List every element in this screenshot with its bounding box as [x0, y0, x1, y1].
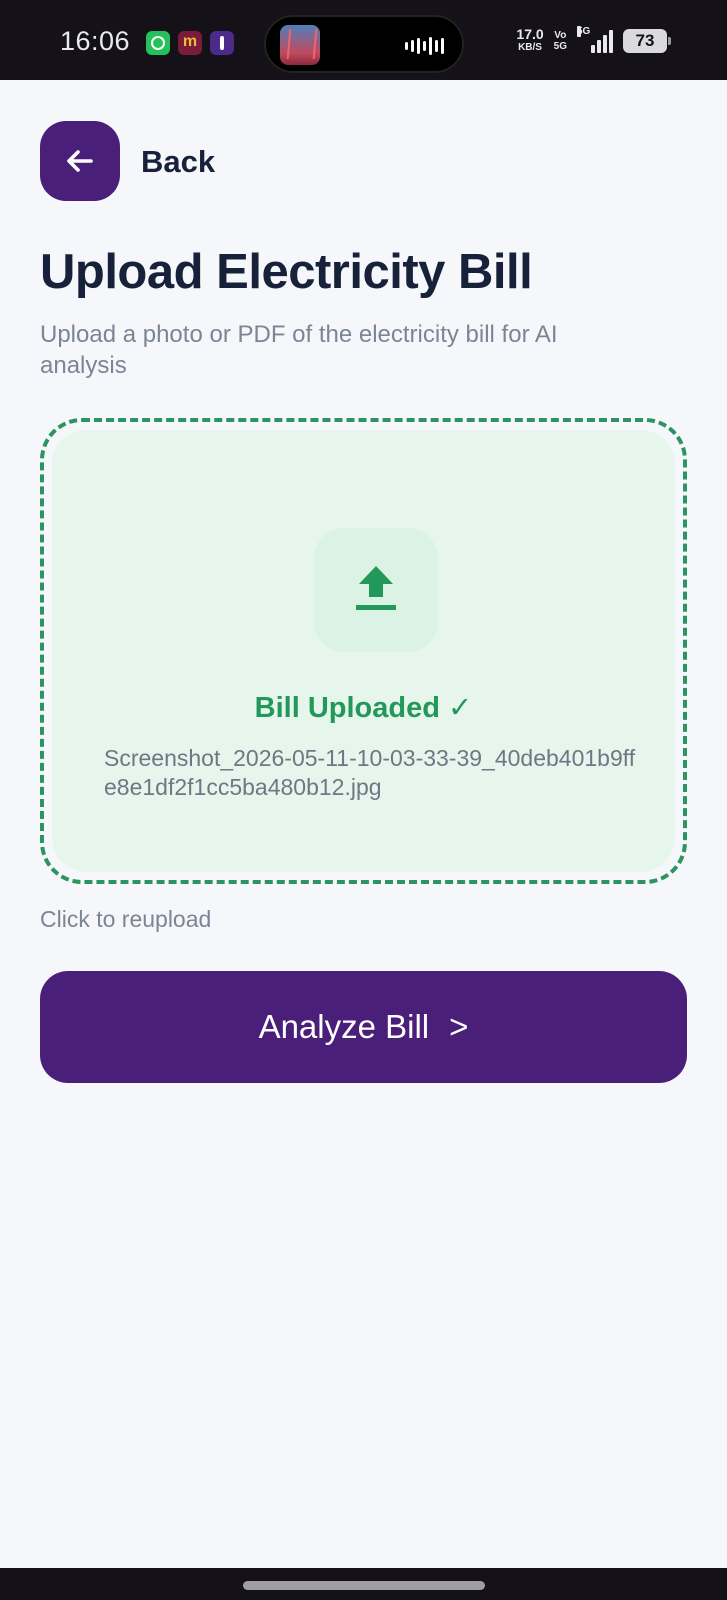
m-app-icon: m [178, 31, 202, 55]
chevron-right-icon: > [449, 1008, 469, 1045]
whatsapp-icon [146, 31, 170, 55]
media-thumbnail [280, 25, 320, 65]
page-title: Upload Electricity Bill [40, 245, 533, 299]
analyze-bill-button[interactable]: Analyze Bill > [40, 971, 687, 1083]
back-label[interactable]: Back [141, 144, 215, 180]
status-time: 16:06 [60, 26, 131, 56]
signal-icon: 5G [577, 26, 613, 53]
reupload-hint[interactable]: Click to reupload [40, 906, 211, 933]
home-indicator[interactable] [243, 1581, 485, 1590]
network-speed: 17.0 KB/S [516, 26, 544, 53]
arrow-left-icon [67, 150, 93, 172]
page-subtitle: Upload a photo or PDF of the electricity… [40, 321, 558, 379]
upload-dropzone[interactable]: Bill Uploaded ✓ Screenshot_2026-05-11-10… [40, 418, 687, 884]
system-nav-bar [0, 1568, 727, 1600]
audio-wave-icon [405, 37, 444, 55]
analyze-bill-label: Analyze Bill [258, 1008, 430, 1045]
battery-icon: 73 [623, 29, 671, 53]
upload-icon-tile [314, 528, 438, 652]
upload-dropzone-inner: Bill Uploaded ✓ Screenshot_2026-05-11-10… [52, 430, 675, 872]
dynamic-island[interactable] [264, 15, 464, 73]
upload-status-text: Bill Uploaded ✓ [254, 692, 473, 724]
status-bar: 16:06 m 17.0 KB/S Vo 5G 5G 73 [0, 0, 727, 80]
back-button[interactable] [40, 121, 120, 201]
uploaded-filename: Screenshot_2026-05-11-10-03-33-39_40deb4… [104, 745, 636, 800]
volte-indicator: Vo 5G [553, 30, 567, 52]
status-right-cluster: 17.0 KB/S Vo 5G 5G 73 [516, 26, 671, 54]
upload-icon [356, 566, 396, 610]
figure-app-icon [210, 31, 234, 55]
